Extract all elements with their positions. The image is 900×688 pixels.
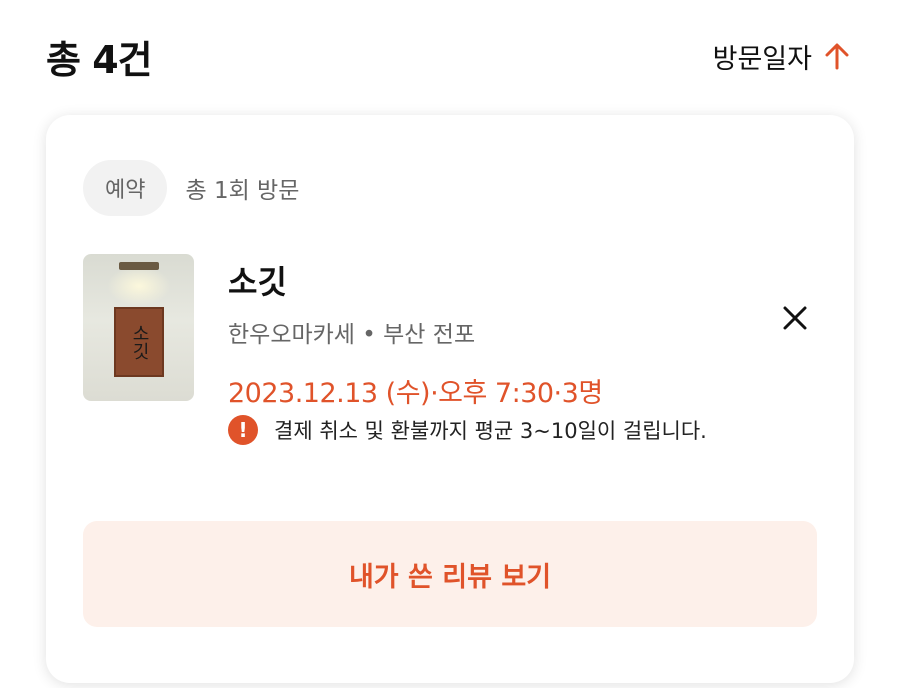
list-header: 총 4건 방문일자 [46,28,854,84]
restaurant-name[interactable]: 소깃 [228,257,603,303]
notice-text: 결제 취소 및 환불까지 평균 3~10일이 걸립니다. [274,419,707,443]
sort-label: 방문일자 [712,43,812,75]
sign-text: 소깃 [129,324,150,360]
sort-button[interactable]: 방문일자 [713,37,854,76]
total-count: 총 4건 [46,37,153,82]
restaurant-info: 소깃 한우오마카세 • 부산 전포 2023.12.13 (수)·오후 7:30… [228,255,603,410]
arrow-up-icon [824,42,850,70]
restaurant-subtitle: 한우오마카세 • 부산 전포 [228,322,476,348]
reservation-datetime: 2023.12.13 (수)·오후 7:30·3명 [228,378,603,409]
visit-count: 총 1회 방문 [185,178,300,204]
reservation-card: 예약 총 1회 방문 소깃 소깃 한우오마카세 • 부산 전포 2023.12.… [46,115,854,683]
sign-frame: 소깃 [114,307,164,377]
status-badge: 예약 [83,160,168,216]
card-meta: 예약 총 1회 방문 [83,160,299,216]
info-icon: ! [228,415,258,445]
view-my-review-button[interactable]: 내가 쓴 리뷰 보기 [83,521,817,627]
close-button[interactable] [780,303,810,333]
close-icon [783,306,807,330]
lamp-glow [107,266,171,306]
refund-notice: ! 결제 취소 및 환불까지 평균 3~10일이 걸립니다. [228,413,708,449]
lamp [119,262,159,270]
restaurant-thumbnail[interactable]: 소깃 [83,254,194,401]
